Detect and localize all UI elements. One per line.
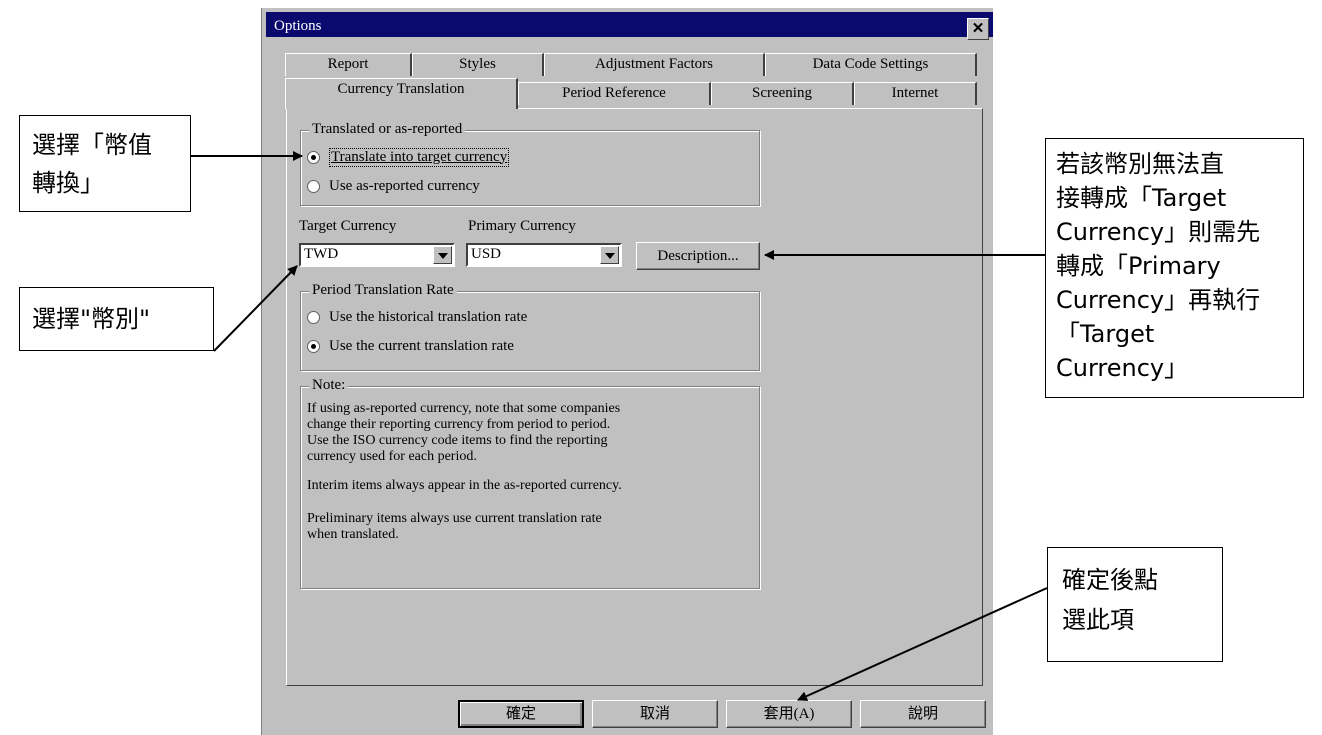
arrow-to-apply-button xyxy=(797,587,1048,701)
tab-currency-translation[interactable]: Currency Translation xyxy=(285,78,518,109)
arrow-to-target-currency xyxy=(213,265,298,352)
arrows-overlay xyxy=(191,151,1048,701)
